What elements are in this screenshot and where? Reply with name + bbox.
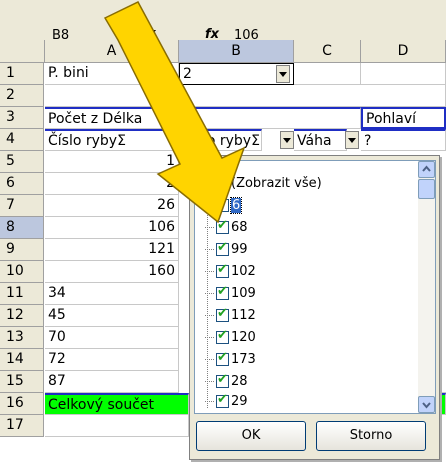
- chevron-down-icon: [422, 402, 431, 409]
- cell-a8[interactable]: 106: [45, 217, 179, 239]
- filter-item[interactable]: 68: [205, 217, 248, 238]
- checked-checkbox[interactable]: [216, 196, 229, 212]
- cell-a7[interactable]: 26: [45, 195, 179, 217]
- row-field-dropdown-button[interactable]: [280, 131, 294, 149]
- row-header-6[interactable]: 6: [0, 173, 44, 195]
- filter-item[interactable]: 6: [205, 195, 243, 216]
- checked-checkbox[interactable]: [216, 218, 229, 234]
- cell-d-column-edge[interactable]: [440, 151, 446, 393]
- cell-a14[interactable]: 72: [45, 349, 179, 371]
- show-all-checkbox[interactable]: [216, 177, 229, 190]
- cell-d4[interactable]: ?: [361, 129, 446, 151]
- column-header-a[interactable]: A: [45, 40, 179, 63]
- cell-a3[interactable]: Počet z Délka: [45, 107, 361, 129]
- cell-a17[interactable]: [45, 415, 189, 437]
- select-all-corner[interactable]: [0, 40, 45, 63]
- row-header-4[interactable]: 4: [0, 129, 44, 151]
- checked-checkbox[interactable]: [216, 262, 229, 278]
- cell-a6[interactable]: 2: [45, 173, 179, 195]
- cell-a15[interactable]: 87: [45, 371, 179, 393]
- checked-checkbox[interactable]: [216, 284, 229, 300]
- chevron-up-icon: [422, 165, 431, 172]
- checked-checkbox[interactable]: [216, 306, 229, 322]
- filter-item[interactable]: 99: [205, 239, 248, 260]
- filter-scrollbar[interactable]: [418, 161, 435, 413]
- column-header-d[interactable]: D: [361, 40, 446, 63]
- name-box-dropdown-icon[interactable]: [146, 30, 156, 37]
- cell-d3[interactable]: Pohlaví: [361, 107, 446, 129]
- cell-a10[interactable]: 160: [45, 261, 179, 283]
- checked-checkbox[interactable]: [216, 328, 229, 344]
- checked-checkbox[interactable]: [216, 240, 229, 256]
- cell-d1[interactable]: [361, 63, 446, 85]
- filter-item[interactable]: 112: [205, 305, 256, 326]
- cell-b4[interactable]: Číslo rybyΣ: [179, 129, 262, 151]
- formula-bar: B8 fx 106: [0, 0, 446, 43]
- row-header-5[interactable]: 5: [0, 151, 44, 173]
- filter-item[interactable]: 28: [205, 371, 248, 392]
- cell-a13[interactable]: 70: [45, 327, 179, 349]
- cell-a4[interactable]: Číslo rybyΣ: [45, 129, 179, 151]
- checked-checkbox[interactable]: [216, 372, 229, 388]
- row-header-14[interactable]: 14: [0, 349, 44, 371]
- filter-item-show-all[interactable]: (Zobrazit vše): [205, 173, 322, 194]
- row-header-10[interactable]: 10: [0, 261, 44, 283]
- ok-button[interactable]: OK: [196, 421, 306, 451]
- cell-row-2[interactable]: [45, 85, 446, 107]
- filter-item[interactable]: 120: [205, 327, 256, 348]
- checked-checkbox[interactable]: [216, 393, 229, 408]
- row-header-16[interactable]: 16: [0, 393, 44, 415]
- cell-a11[interactable]: 34: [45, 283, 179, 305]
- checked-checkbox[interactable]: [216, 350, 229, 366]
- filter-item[interactable]: 102: [205, 261, 256, 282]
- cell-c1[interactable]: [294, 63, 361, 85]
- row-header-2[interactable]: 2: [0, 85, 44, 107]
- row-header-3[interactable]: 3: [0, 107, 44, 129]
- filter-item[interactable]: 173: [205, 349, 256, 370]
- row-header-9[interactable]: 9: [0, 239, 44, 261]
- cell-a5[interactable]: 1: [45, 151, 179, 173]
- row-header-12[interactable]: 12: [0, 305, 44, 327]
- scroll-thumb[interactable]: [418, 179, 435, 199]
- vaha-dropdown-button[interactable]: [345, 131, 359, 149]
- row-header-11[interactable]: 11: [0, 283, 44, 305]
- scroll-up-button[interactable]: [418, 161, 435, 178]
- field-filter-dropdown: (Zobrazit vše) 6 68 99 102 109: [189, 155, 440, 460]
- filter-item-list[interactable]: (Zobrazit vše) 6 68 99 102 109: [194, 160, 436, 414]
- row-header-15[interactable]: 15: [0, 371, 44, 393]
- row-header-7[interactable]: 7: [0, 195, 44, 217]
- cell-a1[interactable]: P. bini: [45, 63, 179, 85]
- cell-a12[interactable]: 45: [45, 305, 179, 327]
- page-filter-dropdown-button[interactable]: [276, 65, 290, 83]
- filter-item[interactable]: 29: [205, 393, 248, 409]
- column-header-b[interactable]: B: [179, 40, 294, 63]
- row-header-17[interactable]: 17: [0, 415, 44, 437]
- row-header-13[interactable]: 13: [0, 327, 44, 349]
- cell-a9[interactable]: 121: [45, 239, 179, 261]
- row-header-1[interactable]: 1: [0, 63, 44, 85]
- column-header-c[interactable]: C: [294, 40, 361, 63]
- cell-c4[interactable]: Váha: [294, 129, 347, 151]
- cancel-button[interactable]: Storno: [316, 421, 426, 451]
- filter-item[interactable]: 109: [205, 283, 256, 304]
- cell-a16[interactable]: Celkový součet: [45, 393, 189, 415]
- row-header-8[interactable]: 8: [0, 217, 44, 239]
- scroll-down-button[interactable]: [418, 396, 435, 413]
